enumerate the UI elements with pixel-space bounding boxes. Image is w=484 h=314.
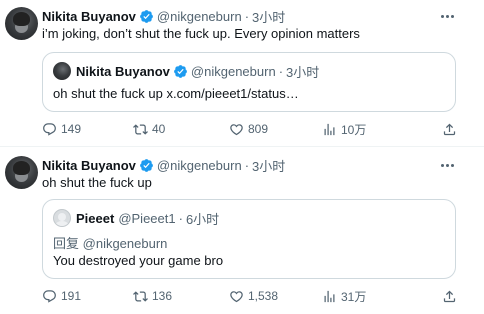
avatar[interactable] [5,7,38,40]
author-name[interactable]: Nikita Buyanov [42,9,136,24]
views-button[interactable]: 31万 [322,288,366,304]
reply-icon [43,289,56,303]
like-button[interactable]: 809 [229,121,268,137]
tweet[interactable]: Nikita Buyanov @nikgeneburn · 3小时 oh shu… [0,147,484,314]
tweet-text: i’m joking, don’t shut the fuck up. Ever… [42,26,360,41]
author-name[interactable]: Nikita Buyanov [42,158,136,173]
quoted-timestamp: 6小时 [185,211,220,227]
like-icon [230,290,243,302]
separator: · [278,63,284,79]
share-button[interactable] [442,121,461,137]
tweet-header: Nikita Buyanov @nikgeneburn · 3小时 [42,7,285,25]
tweet-header: Nikita Buyanov @nikgeneburn · 3小时 [42,156,285,174]
author-handle[interactable]: @nikgeneburn [157,9,242,24]
quoted-author-name: Pieeet [76,210,115,226]
reply-prefix: 回复 [53,236,80,251]
more-icon[interactable] [438,9,456,23]
views-button[interactable]: 10万 [322,121,366,137]
retweet-count: 136 [152,289,173,303]
separator: · [244,8,250,24]
share-button[interactable] [442,288,461,304]
views-icon [324,123,335,135]
quoted-tweet[interactable]: Nikita Buyanov @nikgeneburn · 3小时 oh shu… [42,52,456,112]
quoted-author-name: Nikita Buyanov [76,63,170,79]
more-icon[interactable] [438,158,456,172]
verified-badge-icon [140,9,153,23]
verified-badge-icon [140,158,153,172]
quoted-timestamp: 3小时 [286,64,320,80]
avatar [53,209,71,227]
tweet-text: oh shut the fuck up [42,175,152,190]
quoted-tweet-header: Pieeet @Pieeet1 · 6小时 [53,209,219,227]
like-button[interactable]: 1,538 [229,288,278,304]
avatar [53,62,71,80]
reply-count: 149 [61,122,82,136]
retweet-button[interactable]: 40 [133,121,165,137]
quoted-author-handle: @nikgeneburn [190,63,276,79]
reply-button[interactable]: 191 [42,288,81,304]
reply-count: 191 [61,289,82,303]
views-count: 10万 [341,122,367,137]
share-icon [443,123,456,135]
like-count: 1,538 [248,289,279,303]
timestamp[interactable]: 3小时 [252,7,285,26]
tweet[interactable]: Nikita Buyanov @nikgeneburn · 3小时 i’m jo… [0,0,484,147]
separator: · [178,210,183,226]
quoted-tweet-text: oh shut the fuck up x.com/pieeet1/status… [53,86,299,101]
views-icon [324,290,335,302]
verified-badge-icon [174,64,187,78]
timestamp[interactable]: 3小时 [252,156,285,175]
retweet-icon [133,290,148,302]
retweet-icon [133,123,148,135]
retweet-button[interactable]: 136 [133,288,172,304]
quoted-tweet[interactable]: Pieeet @Pieeet1 · 6小时 回复 @nikgeneburn Yo… [42,199,456,279]
like-count: 809 [248,122,269,136]
views-count: 31万 [341,289,367,304]
author-handle[interactable]: @nikgeneburn [157,158,242,173]
quoted-tweet-text: You destroyed your game bro [53,253,224,268]
reply-icon [43,122,56,136]
share-icon [443,290,456,302]
quoted-author-handle: @Pieeet1 [118,210,176,226]
reply-button[interactable]: 149 [42,121,81,137]
separator: · [244,157,250,173]
tweet-actions: 191 136 1,538 31万 [42,288,462,304]
reply-mention[interactable]: @nikgeneburn [83,236,168,251]
retweet-count: 40 [152,122,166,136]
quoted-tweet-header: Nikita Buyanov @nikgeneburn · 3小时 [53,62,319,80]
like-icon [230,123,243,135]
avatar[interactable] [5,156,38,189]
tweet-actions: 149 40 809 10万 [42,121,462,137]
replying-to: 回复 @nikgeneburn [53,233,167,252]
